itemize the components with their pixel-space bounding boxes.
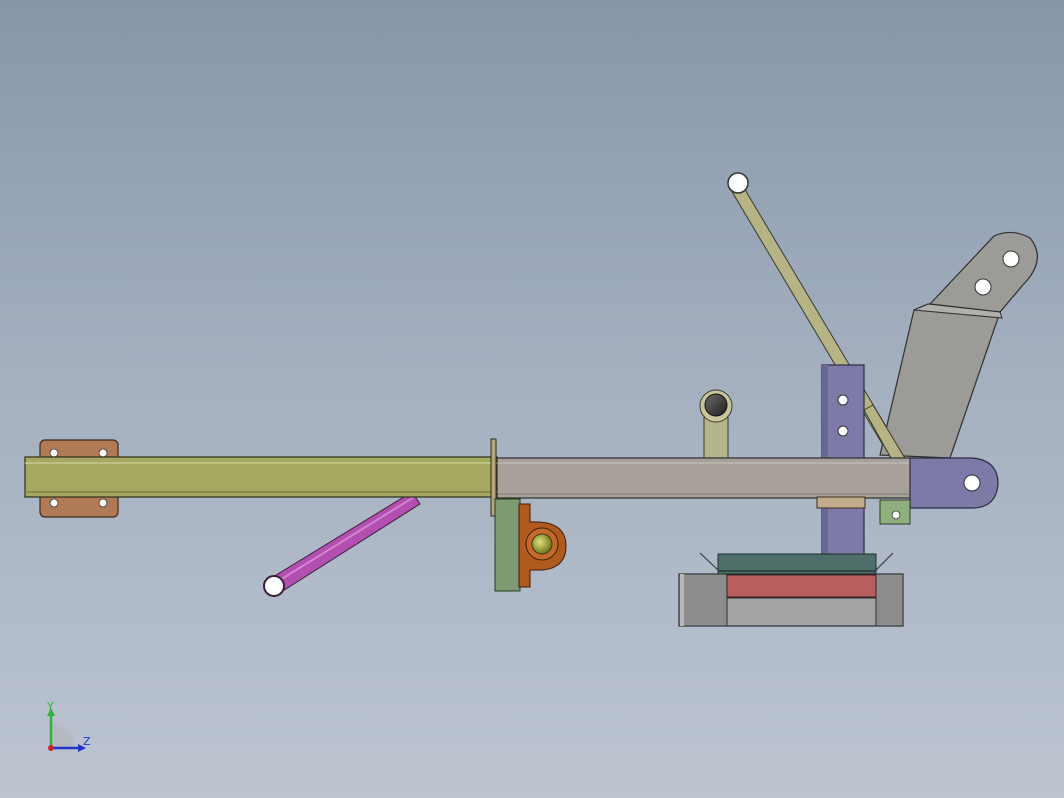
outer-square-tube (24, 456, 498, 498)
tan-spacer (816, 496, 866, 509)
inner-square-tube (493, 457, 915, 499)
angled-bracket (879, 231, 1038, 459)
assembly-model[interactable]: Y Z (0, 0, 1064, 798)
pivot-hole (963, 474, 981, 492)
z-axis-label: Z (83, 735, 91, 748)
lever-hole (727, 172, 749, 194)
red-layer (726, 574, 877, 598)
post-hole-1 (837, 394, 849, 406)
bracket-hole-upper (1002, 250, 1020, 268)
pivot-end-plate (909, 457, 999, 509)
y-axis-label: Y (46, 700, 54, 713)
bearing-ball (531, 533, 553, 555)
bracket-hole-lower (974, 278, 992, 296)
post-hole-2 (837, 425, 849, 437)
teal-layer (699, 552, 894, 575)
rod-end-opening (263, 575, 285, 597)
coordinate-triad: Y Z (46, 700, 91, 752)
green-mount-plate (494, 498, 521, 592)
diagonal-brace-rod (263, 491, 421, 597)
green-clip (879, 499, 911, 525)
tube-opening (704, 393, 728, 417)
triad-origin (48, 745, 54, 751)
cad-viewport[interactable]: Y Z (0, 0, 1064, 798)
upright-tube (699, 389, 733, 461)
bearing-block (518, 503, 567, 588)
